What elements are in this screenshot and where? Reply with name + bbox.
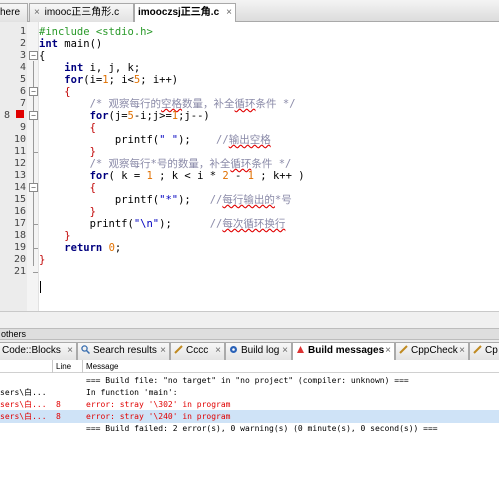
close-icon[interactable]: × [385, 343, 391, 359]
build-messages-list[interactable]: Line Message === Build file: "no target"… [0, 360, 499, 479]
tab-codeblocks[interactable]: Code::Blocks × [0, 342, 77, 360]
code-line-1: #include <stdio.h> [39, 26, 153, 38]
code-line-18: } [64, 230, 71, 242]
line-number: 7 [19, 98, 26, 109]
line-number: 11 [13, 146, 26, 157]
column-divider[interactable] [52, 360, 53, 373]
tab-imooczsj-triangle[interactable]: imooczsj正三角.c × [134, 3, 236, 23]
gear-icon [229, 344, 238, 353]
tab-label: Cp [485, 345, 498, 356]
line-number: 3 [19, 50, 26, 61]
line-number: 4 [19, 62, 26, 73]
editor-bottom-area [0, 312, 499, 328]
line-number: 20 [13, 254, 26, 265]
close-icon[interactable]: × [226, 4, 232, 21]
fold-toggle-icon[interactable]: − [29, 111, 38, 120]
close-icon[interactable]: × [67, 343, 73, 359]
code-line-3: { [39, 50, 46, 62]
close-icon[interactable]: × [160, 343, 166, 359]
close-icon[interactable]: × [282, 343, 288, 359]
tab-label: Search results [93, 345, 157, 356]
build-messages-icon [296, 344, 305, 353]
code-line-14: { [89, 182, 96, 194]
fold-end-icon [33, 152, 38, 153]
tab-label: Build messages [308, 345, 385, 356]
message-row[interactable]: === Build failed: 2 error(s), 0 warning(… [0, 422, 499, 435]
pencil-icon [174, 344, 183, 354]
code-line-12: /* 观察每行*号的数量，补全循环条件 */ [89, 158, 292, 170]
code-line-5: for(i=1; i<5; i++) [64, 74, 179, 86]
fold-end-icon [33, 248, 38, 249]
column-header-line[interactable]: Line [56, 360, 80, 373]
tab-cpp-partial[interactable]: Cp [469, 342, 499, 360]
line-number-gutter: 1 2 3 4 5 6 7 8 9 10 11 12 13 14 15 16 1… [0, 22, 27, 311]
tab-label: here [0, 7, 21, 18]
code-line-20: } [39, 254, 46, 266]
code-line-7: /* 观察每行的空格数量，补全循环条件 */ [89, 98, 296, 110]
panel-title: others [1, 329, 27, 339]
fold-toggle-icon[interactable]: − [29, 87, 38, 96]
error-marker-icon [16, 110, 24, 118]
tab-label: Code::Blocks [2, 345, 61, 356]
line-number: 16 [13, 206, 26, 217]
column-divider[interactable] [82, 360, 83, 373]
code-line-19: return 0; [64, 242, 122, 254]
code-line-17: printf("\n"); //每次循环换行 [89, 218, 286, 230]
code-line-11: } [89, 146, 96, 158]
line-number: 12 [13, 158, 26, 169]
close-icon[interactable]: × [459, 343, 465, 359]
line-number: 21 [13, 266, 26, 277]
line-number: 15 [13, 194, 26, 205]
pencil-icon [399, 344, 408, 354]
search-icon [81, 344, 91, 355]
code-line-8: for(j=5-i;j>=1;j--) [89, 110, 210, 122]
code-line-15: printf("*"); //每行输出的*号 [114, 194, 292, 206]
tab-label: Build log [241, 345, 280, 356]
list-header: Line Message [0, 360, 499, 373]
tab-label: imooc正三角形.c [44, 7, 120, 18]
tab-label: imooczsj正三角.c [138, 7, 220, 18]
code-line-4: int i, j, k; [64, 62, 141, 74]
tab-label: CppCheck [411, 345, 458, 356]
line-number: 2 [19, 38, 26, 49]
tab-cccc[interactable]: Cccc × [170, 342, 225, 360]
pencil-icon [473, 344, 482, 354]
line-number: 9 [19, 122, 26, 133]
tab-build-log[interactable]: Build log × [225, 342, 292, 360]
line-number: 6 [19, 86, 26, 97]
line-number: 14 [13, 182, 26, 193]
line-number: 1 [19, 26, 26, 37]
line-number: 13 [13, 170, 26, 181]
fold-toggle-icon[interactable]: − [29, 51, 38, 60]
editor-tab-bar: here × imooc正三角形.c imooczsj正三角.c × [0, 0, 499, 23]
tab-label: Cccc [186, 345, 209, 356]
line-number: 10 [13, 134, 26, 145]
code-line-13: for( k = 1 ; k < i * 2 - 1 ; k++ ) [89, 170, 305, 182]
code-line-2: int main() [39, 38, 103, 50]
tab-cppcheck[interactable]: CppCheck × [395, 342, 469, 360]
fold-end-icon [33, 272, 38, 273]
line-number: 5 [19, 74, 26, 85]
logs-tab-bar: Code::Blocks × Search results × Cccc × B… [0, 340, 499, 361]
line-number: 19 [13, 242, 26, 253]
column-header-message[interactable]: Message [86, 360, 118, 373]
tab-imooc-triangle[interactable]: × imooc正三角形.c [29, 3, 134, 22]
code-line-10: printf(" "); //输出空格 [114, 134, 271, 146]
text-cursor [40, 281, 41, 293]
close-icon[interactable]: × [215, 343, 221, 359]
tab-here[interactable]: here [0, 3, 28, 22]
code-line-9: { [89, 122, 96, 134]
code-editor[interactable]: 1 2 3 4 5 6 7 8 9 10 11 12 13 14 15 16 1… [0, 22, 499, 312]
line-number: 18 [13, 230, 26, 241]
close-icon[interactable]: × [34, 7, 40, 18]
fold-end-icon [33, 224, 38, 225]
panel-title-bar: others [0, 328, 499, 340]
code-line-16: } [89, 206, 96, 218]
fold-toggle-icon[interactable]: − [29, 183, 38, 192]
tab-build-messages[interactable]: Build messages × [292, 342, 395, 361]
code-line-6: { [64, 86, 71, 98]
tab-search-results[interactable]: Search results × [77, 342, 170, 360]
line-number: 17 [13, 218, 26, 229]
